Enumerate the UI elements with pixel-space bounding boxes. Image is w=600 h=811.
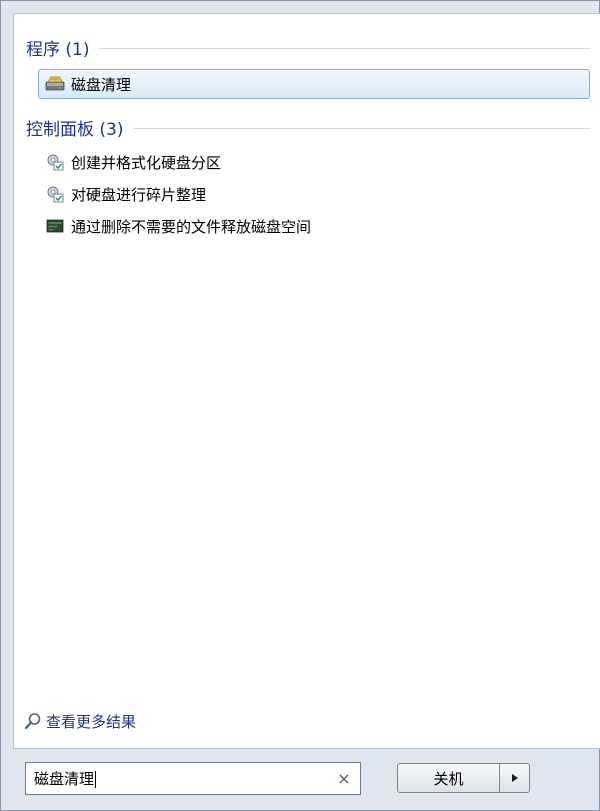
clear-icon[interactable]: × (332, 767, 356, 791)
result-item-label: 磁盘清理 (71, 75, 132, 94)
admin-tools-icon (45, 153, 65, 171)
search-input-value: 磁盘清理 (34, 768, 332, 789)
search-query-text: 磁盘清理 (34, 770, 95, 788)
see-more-results-link[interactable]: 查看更多结果 (24, 710, 136, 732)
triangle-right-icon (511, 773, 519, 783)
section-header-control-panel: 控制面板 (3) (26, 116, 590, 140)
result-item-free-disk-space[interactable]: 通过删除不需要的文件释放磁盘空间 (38, 211, 590, 241)
disk-cleanup-icon (45, 75, 65, 93)
section-header-programs: 程序 (1) (26, 36, 590, 60)
section-title-programs: 程序 (1) (26, 39, 90, 60)
text-caret (95, 771, 97, 788)
result-item-label: 通过删除不需要的文件释放磁盘空间 (71, 217, 312, 236)
search-input[interactable]: 磁盘清理 × (25, 762, 361, 795)
shutdown-options-button[interactable] (500, 763, 530, 793)
search-results-pane: 程序 (1) 磁盘清理 控制面板 (3) 创建并格式化硬盘分区 对硬盘进行碎片整… (13, 13, 600, 749)
result-item-defragment[interactable]: 对硬盘进行碎片整理 (38, 179, 590, 209)
start-menu: 程序 (1) 磁盘清理 控制面板 (3) 创建并格式化硬盘分区 对硬盘进行碎片整… (0, 0, 600, 811)
see-more-results-label: 查看更多结果 (46, 712, 137, 731)
section-title-control-panel: 控制面板 (3) (26, 119, 124, 140)
disk-space-icon (45, 217, 65, 235)
section-divider (133, 127, 590, 129)
admin-tools-icon (45, 185, 65, 203)
search-icon (24, 712, 42, 730)
shutdown-button[interactable]: 关机 (397, 763, 500, 793)
shutdown-button-group: 关机 (397, 763, 530, 793)
section-divider (99, 47, 590, 49)
result-item-create-format-partitions[interactable]: 创建并格式化硬盘分区 (38, 147, 590, 177)
result-item-disk-cleanup[interactable]: 磁盘清理 (38, 69, 590, 99)
result-item-label: 创建并格式化硬盘分区 (71, 153, 222, 172)
result-item-label: 对硬盘进行碎片整理 (71, 185, 207, 204)
